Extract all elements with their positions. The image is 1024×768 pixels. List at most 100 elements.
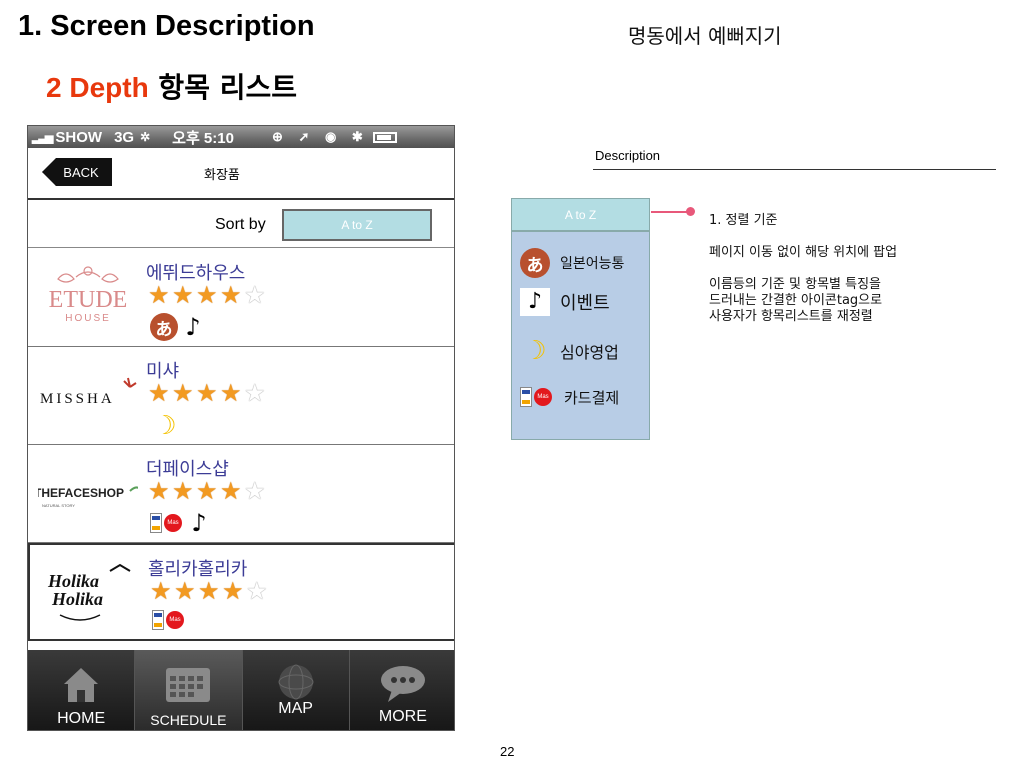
description-line-3: 이름등의 기준 및 항목별 특징을 드러내는 간결한 아이콘tag으로 사용자가… xyxy=(709,277,883,324)
rating-stars: ★ ★ ★ ★ ★ xyxy=(150,577,270,605)
star-icon: ★ xyxy=(174,577,196,605)
star-icon: ★ xyxy=(150,577,172,605)
sort-popup-header[interactable]: A to Z xyxy=(511,198,650,231)
tab-schedule[interactable]: SCHEDULE xyxy=(135,650,243,730)
tab-more[interactable]: MORE xyxy=(350,650,454,730)
status-icons: ⊕ ➚ ◉ ✱ xyxy=(271,129,369,144)
description-divider xyxy=(593,169,996,170)
moon-icon: ☽ xyxy=(153,411,177,441)
tab-bar: HOME SCHEDULE MAP MORE xyxy=(28,650,454,730)
music-note-icon: ♪ xyxy=(185,313,201,341)
tab-label: HOME xyxy=(57,710,106,727)
list-item[interactable]: THEFACESHOP NATURAL STORY 더페이스샵 ★ ★ ★ ★ ★ Ma… xyxy=(28,445,454,543)
star-icon: ★ xyxy=(196,477,218,505)
holika-holika-logo: Holika Holika xyxy=(47,563,131,621)
feature-tags: ☽ xyxy=(150,411,180,441)
popup-item-japanese[interactable]: あ 일본어능통 xyxy=(520,248,624,278)
moon-icon: ☽ xyxy=(523,336,547,366)
rating-stars: ★ ★ ★ ★ ★ xyxy=(148,281,268,309)
slide-title: 1. Screen Description xyxy=(18,10,315,42)
carrier-label: SHOW xyxy=(55,128,103,146)
map-icon xyxy=(278,664,314,700)
holika-logo-text: Holika xyxy=(47,571,99,591)
calendar-icon xyxy=(166,668,211,702)
sort-popup: あ 일본어능통 ♪ 이벤트 ☽ 심야영업 Mas 카드결제 xyxy=(511,231,650,440)
feature-tags: あ ♪ xyxy=(150,313,204,341)
star-empty-icon: ★ xyxy=(244,379,266,407)
network-label: 3G xyxy=(114,128,135,146)
star-icon: ★ xyxy=(148,379,170,407)
card-icon: Mas xyxy=(150,512,184,534)
slide-subtitle: 2 Depth 항목 리스트 xyxy=(46,66,297,106)
star-icon: ★ xyxy=(222,577,244,605)
page-number: 22 xyxy=(500,744,515,759)
japanese-icon: あ xyxy=(150,313,178,341)
thefaceshop-logo: THEFACESHOP NATURAL STORY xyxy=(38,486,138,508)
star-icon: ★ xyxy=(220,379,242,407)
popup-item-card[interactable]: Mas 카드결제 xyxy=(520,386,619,408)
star-icon: ★ xyxy=(172,281,194,309)
popup-item-label: 심야영업 xyxy=(560,343,619,362)
list-item[interactable]: MISSHA 미샤 ★ ★ ★ ★ ★ ☽ xyxy=(28,347,454,445)
popup-item-label: 일본어능통 xyxy=(560,256,625,272)
popup-item-late-night[interactable]: ☽ 심야영업 xyxy=(520,336,619,366)
subtitle-accent: 2 Depth xyxy=(46,72,149,103)
slide-top-right-label: 명동에서 예뻐지기 xyxy=(628,24,782,48)
description-line-2: 페이지 이동 없이 해당 위치에 팝업 xyxy=(709,245,898,260)
status-time: 오후 5:10 xyxy=(172,129,234,147)
star-icon: ★ xyxy=(172,477,194,505)
faceshop-logo-text: THEFACESHOP xyxy=(38,486,124,500)
page-title: 화장품 xyxy=(204,168,240,183)
tab-map[interactable]: MAP xyxy=(243,650,350,730)
music-note-icon: ♪ xyxy=(520,288,550,316)
star-icon: ★ xyxy=(198,577,220,605)
feature-tags: Mas ♪ xyxy=(150,509,210,537)
tab-label: SCHEDULE xyxy=(150,712,227,728)
star-icon: ★ xyxy=(220,477,242,505)
tab-label: MAP xyxy=(278,700,313,717)
list-item[interactable]: Holika Holika 홀리카홀리카 ★ ★ ★ ★ ★ Mas xyxy=(28,543,454,641)
more-icon xyxy=(380,666,425,702)
tab-label: MORE xyxy=(378,708,427,725)
list-item[interactable]: ETUDE HOUSE 에뛰드하우스 ★ ★ ★ ★ ★ あ ♪ xyxy=(28,249,454,347)
rating-stars: ★ ★ ★ ★ ★ xyxy=(148,379,268,407)
holika-logo-sub: Holika xyxy=(51,589,103,609)
sort-label: Sort by xyxy=(215,216,266,233)
star-empty-icon: ★ xyxy=(244,477,266,505)
rating-stars: ★ ★ ★ ★ ★ xyxy=(148,477,268,505)
etude-logo-sub: HOUSE xyxy=(65,313,111,324)
star-icon: ★ xyxy=(220,281,242,309)
japanese-icon: あ xyxy=(520,248,550,278)
popup-item-event[interactable]: ♪ 이벤트 xyxy=(520,288,610,316)
annotation-dot xyxy=(686,207,695,216)
card-icon: Mas xyxy=(152,609,186,631)
popup-item-label: 카드결제 xyxy=(564,388,620,407)
star-empty-icon: ★ xyxy=(246,577,268,605)
home-icon xyxy=(64,668,99,702)
star-icon: ★ xyxy=(148,281,170,309)
signal-icon: ▂▃▅ xyxy=(32,131,53,144)
star-icon: ★ xyxy=(196,281,218,309)
nav-bar: BACK 화장품 xyxy=(28,148,454,200)
activity-icon: ✲ xyxy=(140,130,151,144)
etude-logo-text: ETUDE xyxy=(49,287,128,313)
description-text: 1. 정렬 기준 페이지 이동 없이 해당 위치에 팝업 이름등의 기준 및 항… xyxy=(709,213,989,341)
status-bar: ▂▃▅ SHOW 3G ✲ 오후 5:10 ⊕ ➚ ◉ ✱ xyxy=(28,126,454,148)
star-icon: ★ xyxy=(148,477,170,505)
star-icon: ★ xyxy=(196,379,218,407)
back-button[interactable]: BACK xyxy=(42,158,112,186)
popup-item-label: 이벤트 xyxy=(560,293,610,314)
sort-bar: Sort by A to Z xyxy=(28,202,454,248)
tab-home[interactable]: HOME xyxy=(28,650,136,730)
faceshop-logo-sub: NATURAL STORY xyxy=(42,503,75,508)
annotation-connector xyxy=(651,211,689,213)
missha-logo: MISSHA xyxy=(40,377,137,407)
star-icon: ★ xyxy=(172,379,194,407)
feature-tags: Mas xyxy=(152,609,186,631)
store-list: ETUDE HOUSE 에뛰드하우스 ★ ★ ★ ★ ★ あ ♪ MISSHA 미샤 ★… xyxy=(28,249,454,641)
star-empty-icon: ★ xyxy=(244,281,266,309)
etude-house-logo: ETUDE HOUSE xyxy=(49,266,128,324)
subtitle-rest: 항목 리스트 xyxy=(148,71,297,104)
sort-select[interactable]: A to Z xyxy=(282,209,432,241)
missha-logo-text: MISSHA xyxy=(40,391,115,407)
